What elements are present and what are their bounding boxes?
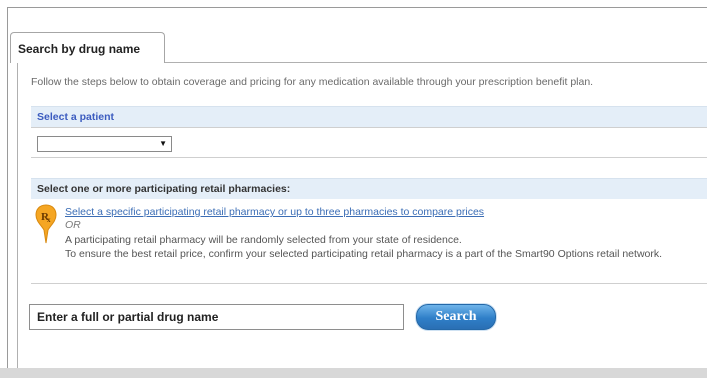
chevron-down-icon: ▼	[159, 139, 167, 148]
pharmacy-section-title: Select one or more participating retail …	[37, 183, 291, 195]
divider	[31, 283, 707, 284]
patient-section-header: Select a patient	[31, 106, 707, 127]
drug-name-input[interactable]	[29, 304, 404, 330]
pharmacy-section-header: Select one or more participating retail …	[31, 178, 707, 199]
rx-pin-icon: R x	[35, 204, 57, 244]
or-separator: OR	[65, 219, 81, 231]
tab-label: Search by drug name	[18, 42, 141, 56]
select-pharmacy-link[interactable]: Select a specific participating retail p…	[65, 206, 484, 218]
bottom-shadow	[0, 368, 707, 378]
search-button[interactable]: Search	[416, 304, 496, 330]
patient-select[interactable]: ▼	[37, 136, 172, 152]
svg-text:x: x	[47, 216, 51, 224]
intro-text: Follow the steps below to obtain coverag…	[31, 76, 594, 88]
random-pharmacy-text: A participating retail pharmacy will be …	[65, 234, 462, 246]
tab-search-by-drug-name[interactable]: Search by drug name	[10, 32, 165, 63]
divider	[31, 157, 707, 158]
patient-section-title: Select a patient	[37, 111, 115, 123]
divider	[31, 127, 707, 128]
confirm-pharmacy-text: To ensure the best retail price, confirm…	[65, 248, 663, 260]
